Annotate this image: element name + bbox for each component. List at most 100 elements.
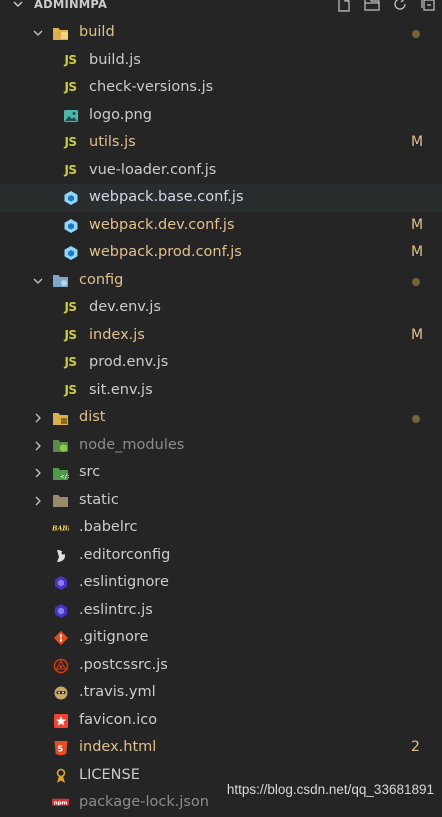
explorer-title[interactable]: ADMINMPA xyxy=(34,0,107,11)
babel-icon: BABEL xyxy=(52,520,69,536)
svg-text:npm: npm xyxy=(54,801,68,807)
license-icon xyxy=(52,768,69,784)
tree-file-webpack-base-conf-js[interactable]: webpack.base.conf.js xyxy=(0,184,442,212)
webpack-icon xyxy=(62,190,79,206)
tree-item-label: vue-loader.conf.js xyxy=(89,161,217,178)
chevron-down-icon[interactable] xyxy=(12,0,24,10)
tree-file-utils-js[interactable]: JS utils.js M xyxy=(0,129,442,157)
modified-dot-indicator xyxy=(412,415,420,423)
chevron-right-icon[interactable] xyxy=(32,440,44,452)
tree-file-dev-env-js[interactable]: JS dev.env.js xyxy=(0,294,442,322)
new-folder-icon[interactable] xyxy=(364,0,380,12)
modified-dot-indicator xyxy=(412,277,420,286)
svg-text:BABEL: BABEL xyxy=(52,525,69,533)
tree-folder-src[interactable]: </> src xyxy=(0,459,442,487)
tree-item-label: dev.env.js xyxy=(89,299,161,315)
tree-item-label: webpack.dev.conf.js xyxy=(89,216,235,233)
refresh-icon[interactable] xyxy=(392,0,408,12)
tree-folder-node-modules[interactable]: node_modules xyxy=(0,432,442,460)
tree-item-label: src xyxy=(79,464,101,480)
tree-file-sit-env-js[interactable]: JS sit.env.js xyxy=(0,377,442,405)
tree-file-index-js[interactable]: JS index.js M xyxy=(0,322,442,350)
tree-file-postcssrc-js[interactable]: .postcssrc.js xyxy=(0,652,442,680)
chevron-right-icon[interactable] xyxy=(32,412,44,424)
collapse-all-icon[interactable] xyxy=(420,0,436,12)
tree-item-label: .gitignore xyxy=(79,629,149,645)
explorer-actions xyxy=(336,0,436,12)
explorer-header: ADMINMPA xyxy=(0,0,442,16)
tree-item-label: index.js xyxy=(89,326,145,343)
tree-item-label: node_modules xyxy=(79,436,185,453)
config-folder-icon xyxy=(52,273,69,289)
tree-file-gitignore[interactable]: .gitignore xyxy=(0,624,442,652)
tree-file-editorconfig[interactable]: .editorconfig xyxy=(0,542,442,570)
tree-item-label: prod.env.js xyxy=(89,354,169,370)
image-icon xyxy=(62,108,79,124)
svg-text:5: 5 xyxy=(57,745,63,754)
node-folder-icon xyxy=(52,438,69,454)
tree-folder-config[interactable]: config xyxy=(0,267,442,295)
postcss-icon xyxy=(52,658,69,674)
tree-folder-dist[interactable]: dist xyxy=(0,404,442,432)
tree-item-label: .editorconfig xyxy=(79,546,171,563)
svg-text:</>: </> xyxy=(61,473,70,480)
chevron-right-icon[interactable] xyxy=(32,495,44,507)
watermark: https://blog.csdn.net/qq_33681891 xyxy=(226,782,434,797)
tree-file-build-js[interactable]: JS build.js xyxy=(0,47,442,75)
tree-file-index-html[interactable]: 5 index.html 2 xyxy=(0,734,442,762)
tree-item-label: dist xyxy=(79,409,106,425)
chevron-down-icon[interactable] xyxy=(32,27,44,39)
git-status-badge: 2 xyxy=(411,739,420,755)
git-status-badge: M xyxy=(411,244,424,260)
tree-file-eslintignore[interactable]: .eslintignore xyxy=(0,569,442,597)
tree-folder-static[interactable]: static xyxy=(0,487,442,515)
js-icon: JS xyxy=(64,52,77,67)
webpack-icon xyxy=(62,218,79,234)
tree-item-label: .postcssrc.js xyxy=(79,656,168,673)
tree-file-favicon-ico[interactable]: favicon.ico xyxy=(0,707,442,735)
travis-icon xyxy=(52,685,69,701)
tree-item-label: favicon.ico xyxy=(79,711,158,728)
tree-file-prod-env-js[interactable]: JS prod.env.js xyxy=(0,349,442,377)
tree-item-label: config xyxy=(79,271,124,288)
tree-item-label: LICENSE xyxy=(79,766,140,783)
tree-file-eslintrc-js[interactable]: .eslintrc.js xyxy=(0,597,442,625)
tree-file-check-versions-js[interactable]: JS check-versions.js xyxy=(0,74,442,102)
tree-item-label: webpack.base.conf.js xyxy=(89,189,244,205)
tree-item-label: webpack.prod.conf.js xyxy=(89,244,242,260)
git-status-badge: M xyxy=(411,326,424,343)
favicon-icon xyxy=(52,713,69,729)
editorconfig-icon xyxy=(52,548,69,564)
js-icon: JS xyxy=(64,162,77,177)
tree-item-label: .eslintignore xyxy=(79,574,169,590)
tree-item-label: static xyxy=(79,491,119,508)
tree-item-label: .babelrc xyxy=(79,519,138,535)
js-icon: JS xyxy=(64,135,77,150)
dist-folder-icon xyxy=(52,410,69,426)
src-folder-icon: </> xyxy=(52,465,69,481)
folder-icon xyxy=(52,493,69,509)
webpack-icon xyxy=(62,245,79,261)
eslint-icon xyxy=(52,603,69,619)
html-icon: 5 xyxy=(52,740,69,756)
tree-file-travis-yml[interactable]: .travis.yml xyxy=(0,679,442,707)
eslint-icon xyxy=(52,575,69,591)
tree-item-label: package-lock.json xyxy=(79,794,209,810)
tree-file-logo-png[interactable]: logo.png xyxy=(0,102,442,130)
js-icon: JS xyxy=(64,327,77,342)
js-icon: JS xyxy=(64,355,77,370)
tree-file-webpack-prod-conf-js[interactable]: webpack.prod.conf.js M xyxy=(0,239,442,267)
tree-item-label: sit.env.js xyxy=(89,381,153,398)
tree-item-label: check-versions.js xyxy=(89,79,214,95)
tree-file-vue-loader-conf-js[interactable]: JS vue-loader.conf.js xyxy=(0,157,442,185)
tree-folder-build[interactable]: build xyxy=(0,19,442,47)
js-icon: JS xyxy=(64,382,77,397)
chevron-right-icon[interactable] xyxy=(32,467,44,479)
chevron-down-icon[interactable] xyxy=(32,275,44,287)
tree-file-webpack-dev-conf-js[interactable]: webpack.dev.conf.js M xyxy=(0,212,442,240)
tree-file-babelrc[interactable]: BABEL .babelrc xyxy=(0,514,442,542)
tree-item-label: build xyxy=(79,24,115,40)
new-file-icon[interactable] xyxy=(336,0,352,12)
file-tree: build JS build.js JS check-versions.js logo.p… xyxy=(0,19,442,817)
tree-item-label: .eslintrc.js xyxy=(79,601,153,618)
